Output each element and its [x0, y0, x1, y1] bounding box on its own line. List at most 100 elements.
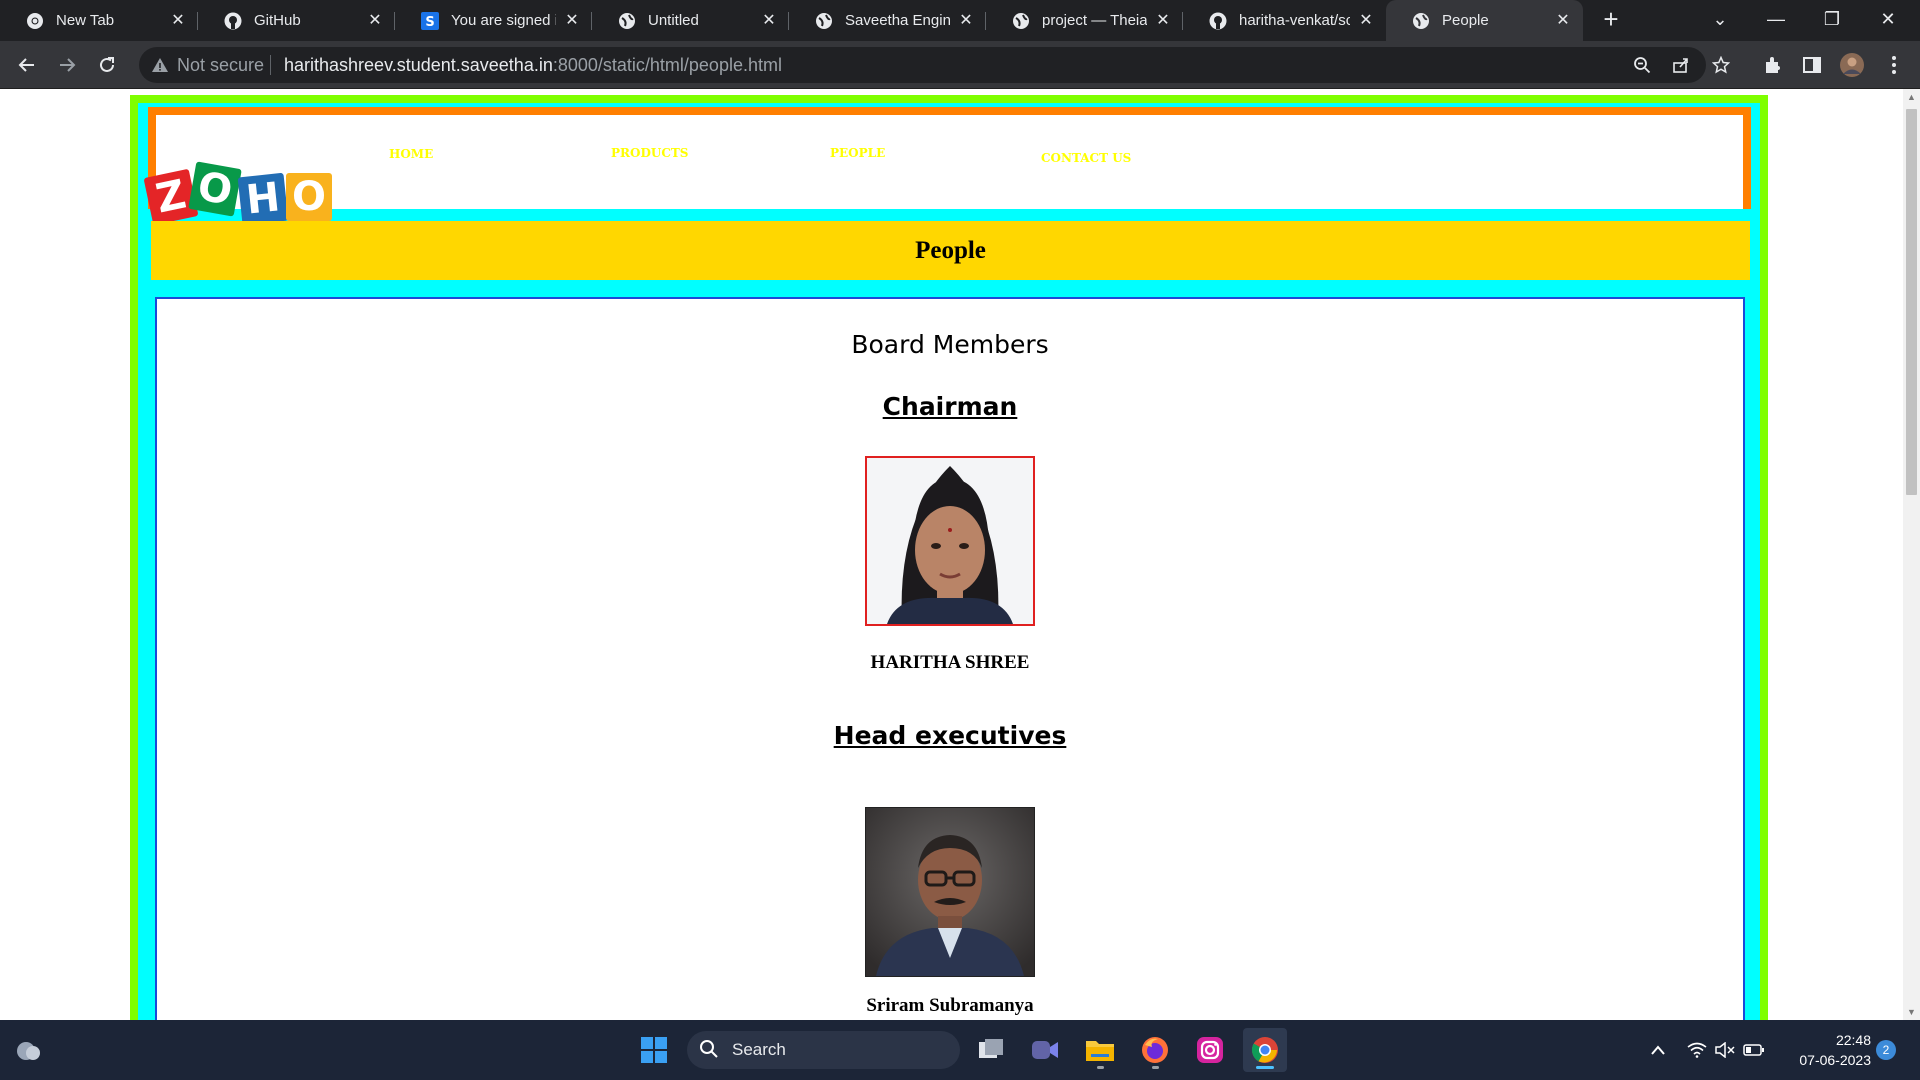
chairman-photo	[865, 456, 1035, 626]
nav-home-link[interactable]: HOME	[389, 147, 433, 161]
logo-letter-o: O	[188, 161, 242, 217]
minimize-button[interactable]: —	[1748, 0, 1804, 41]
tab-project-theia[interactable]: project — Theia N ✕	[986, 0, 1183, 41]
vertical-scrollbar[interactable]: ▲ ▼	[1903, 89, 1920, 1020]
side-panel-icon[interactable]	[1800, 53, 1824, 77]
board-members-heading: Board Members	[851, 330, 1049, 359]
tab-github[interactable]: GitHub ✕	[198, 0, 395, 41]
tab-title: New Tab	[56, 12, 115, 29]
close-icon[interactable]: ✕	[564, 12, 580, 29]
kebab-menu-icon[interactable]	[1882, 53, 1906, 77]
content-box: Board Members Chairman HARITHA SHREE Hea…	[155, 297, 1745, 1020]
close-icon[interactable]: ✕	[1555, 12, 1571, 29]
restore-button[interactable]: ❐	[1804, 0, 1860, 41]
forward-button[interactable]	[52, 50, 82, 80]
github-icon	[224, 12, 242, 30]
extensions-icon[interactable]	[1761, 53, 1785, 77]
tab-title: People	[1442, 12, 1489, 29]
weather-widget-icon[interactable]	[6, 1028, 50, 1072]
chrome-taskbar-icon[interactable]	[1243, 1028, 1287, 1072]
task-view-icon[interactable]	[969, 1028, 1013, 1072]
wifi-icon[interactable]	[1685, 1020, 1709, 1080]
back-arrow-icon	[18, 58, 34, 72]
chairman-heading: Chairman	[882, 392, 1018, 421]
url-host: harithashreev.student.saveetha.in	[284, 55, 553, 75]
url-path: :8000/static/html/people.html	[552, 55, 782, 75]
tab-strip: New Tab ✕ GitHub ✕ S You are signed in ✕…	[0, 0, 1920, 41]
zoom-icon[interactable]	[1632, 55, 1652, 75]
globe-icon	[618, 12, 636, 30]
taskbar-search[interactable]: Search	[687, 1031, 960, 1069]
tab-title: Untitled	[648, 12, 699, 29]
forward-arrow-icon	[60, 58, 76, 72]
nav-products-link[interactable]: PRODUCTS	[611, 146, 688, 160]
share-icon[interactable]	[1671, 55, 1691, 75]
header-box: HOME PRODUCTS PEOPLE CONTACT US	[148, 107, 1751, 209]
tab-untitled[interactable]: Untitled ✕	[592, 0, 789, 41]
scroll-down-icon[interactable]: ▼	[1903, 1004, 1920, 1020]
system-clock[interactable]: 22:48 07-06-2023	[1775, 1030, 1871, 1070]
instagram-icon[interactable]	[1188, 1028, 1232, 1072]
tab-title: GitHub	[254, 12, 301, 29]
clock-time: 22:48	[1835, 1032, 1871, 1048]
running-indicator	[1152, 1066, 1159, 1069]
search-label: Search	[732, 1040, 786, 1059]
running-indicator	[1097, 1066, 1104, 1069]
tab-title: project — Theia N	[1042, 12, 1147, 29]
close-icon[interactable]: ✕	[170, 12, 186, 29]
tab-title: You are signed in	[451, 12, 556, 29]
show-hidden-icons-icon[interactable]	[1646, 1020, 1670, 1080]
file-explorer-icon[interactable]	[1078, 1028, 1122, 1072]
address-bar[interactable]: Not secure harithashreev.student.saveeth…	[139, 47, 1730, 83]
tab-search-button[interactable]: ⌄	[1692, 0, 1748, 41]
bookmark-star-icon[interactable]	[1711, 55, 1731, 75]
battery-icon[interactable]	[1742, 1020, 1766, 1080]
profile-avatar[interactable]	[1840, 53, 1864, 77]
browser-toolbar: Not secure harithashreev.student.saveeth…	[0, 41, 1920, 89]
chrome-icon	[26, 12, 44, 30]
teams-meet-icon[interactable]	[1023, 1028, 1067, 1072]
notification-badge[interactable]: 2	[1876, 1040, 1896, 1060]
tab-people[interactable]: People ✕	[1386, 0, 1583, 41]
start-windows-icon[interactable]	[632, 1028, 676, 1072]
tab-saveetha[interactable]: Saveetha Enginee ✕	[789, 0, 986, 41]
executive-name: Sriram Subramanya	[866, 995, 1034, 1016]
nav-contact-link[interactable]: CONTACT US	[1041, 151, 1131, 165]
omnibox-divider	[270, 55, 271, 75]
volume-muted-icon[interactable]	[1713, 1020, 1737, 1080]
logo-letter-o2: O	[286, 173, 332, 221]
executive-photo	[865, 807, 1035, 977]
scroll-up-icon[interactable]: ▲	[1903, 89, 1920, 105]
man-portrait-icon	[866, 808, 1034, 976]
scrollbar-thumb[interactable]	[1906, 109, 1917, 495]
close-icon[interactable]: ✕	[1155, 12, 1171, 29]
back-button[interactable]	[12, 50, 42, 80]
close-window-button[interactable]: ✕	[1860, 0, 1916, 41]
windows-taskbar: Search 22:48 07-06-2023 2	[0, 1020, 1920, 1080]
security-label[interactable]: Not secure	[177, 55, 264, 76]
close-icon[interactable]: ✕	[958, 12, 974, 29]
tab-title: haritha-venkat/sc	[1239, 12, 1350, 29]
tab-haritha-repo[interactable]: haritha-venkat/sc ✕	[1183, 0, 1386, 41]
url-text[interactable]: harithashreev.student.saveetha.in:8000/s…	[284, 55, 782, 76]
close-icon[interactable]: ✕	[1358, 12, 1374, 29]
globe-icon	[815, 12, 833, 30]
tab-signed-in[interactable]: S You are signed in ✕	[395, 0, 592, 41]
reload-icon	[100, 57, 114, 72]
head-executives-heading: Head executives	[833, 721, 1067, 750]
firefox-icon[interactable]	[1133, 1028, 1177, 1072]
reload-button[interactable]	[92, 50, 122, 80]
chairman-name: HARITHA SHREE	[870, 652, 1030, 673]
close-icon[interactable]: ✕	[761, 12, 777, 29]
page-viewport: HOME PRODUCTS PEOPLE CONTACT US Z O H O …	[0, 89, 1920, 1020]
logo-letter-h: H	[237, 172, 289, 226]
github-icon	[1209, 12, 1227, 30]
close-icon[interactable]: ✕	[367, 12, 383, 29]
title-banner: People	[151, 221, 1750, 280]
s-app-icon: S	[421, 11, 439, 30]
nav-people-link[interactable]: PEOPLE	[830, 146, 885, 160]
active-indicator	[1256, 1066, 1274, 1069]
new-tab-button[interactable]: +	[1598, 6, 1624, 33]
tab-new-tab[interactable]: New Tab ✕	[0, 0, 198, 41]
warning-icon[interactable]	[151, 56, 169, 74]
